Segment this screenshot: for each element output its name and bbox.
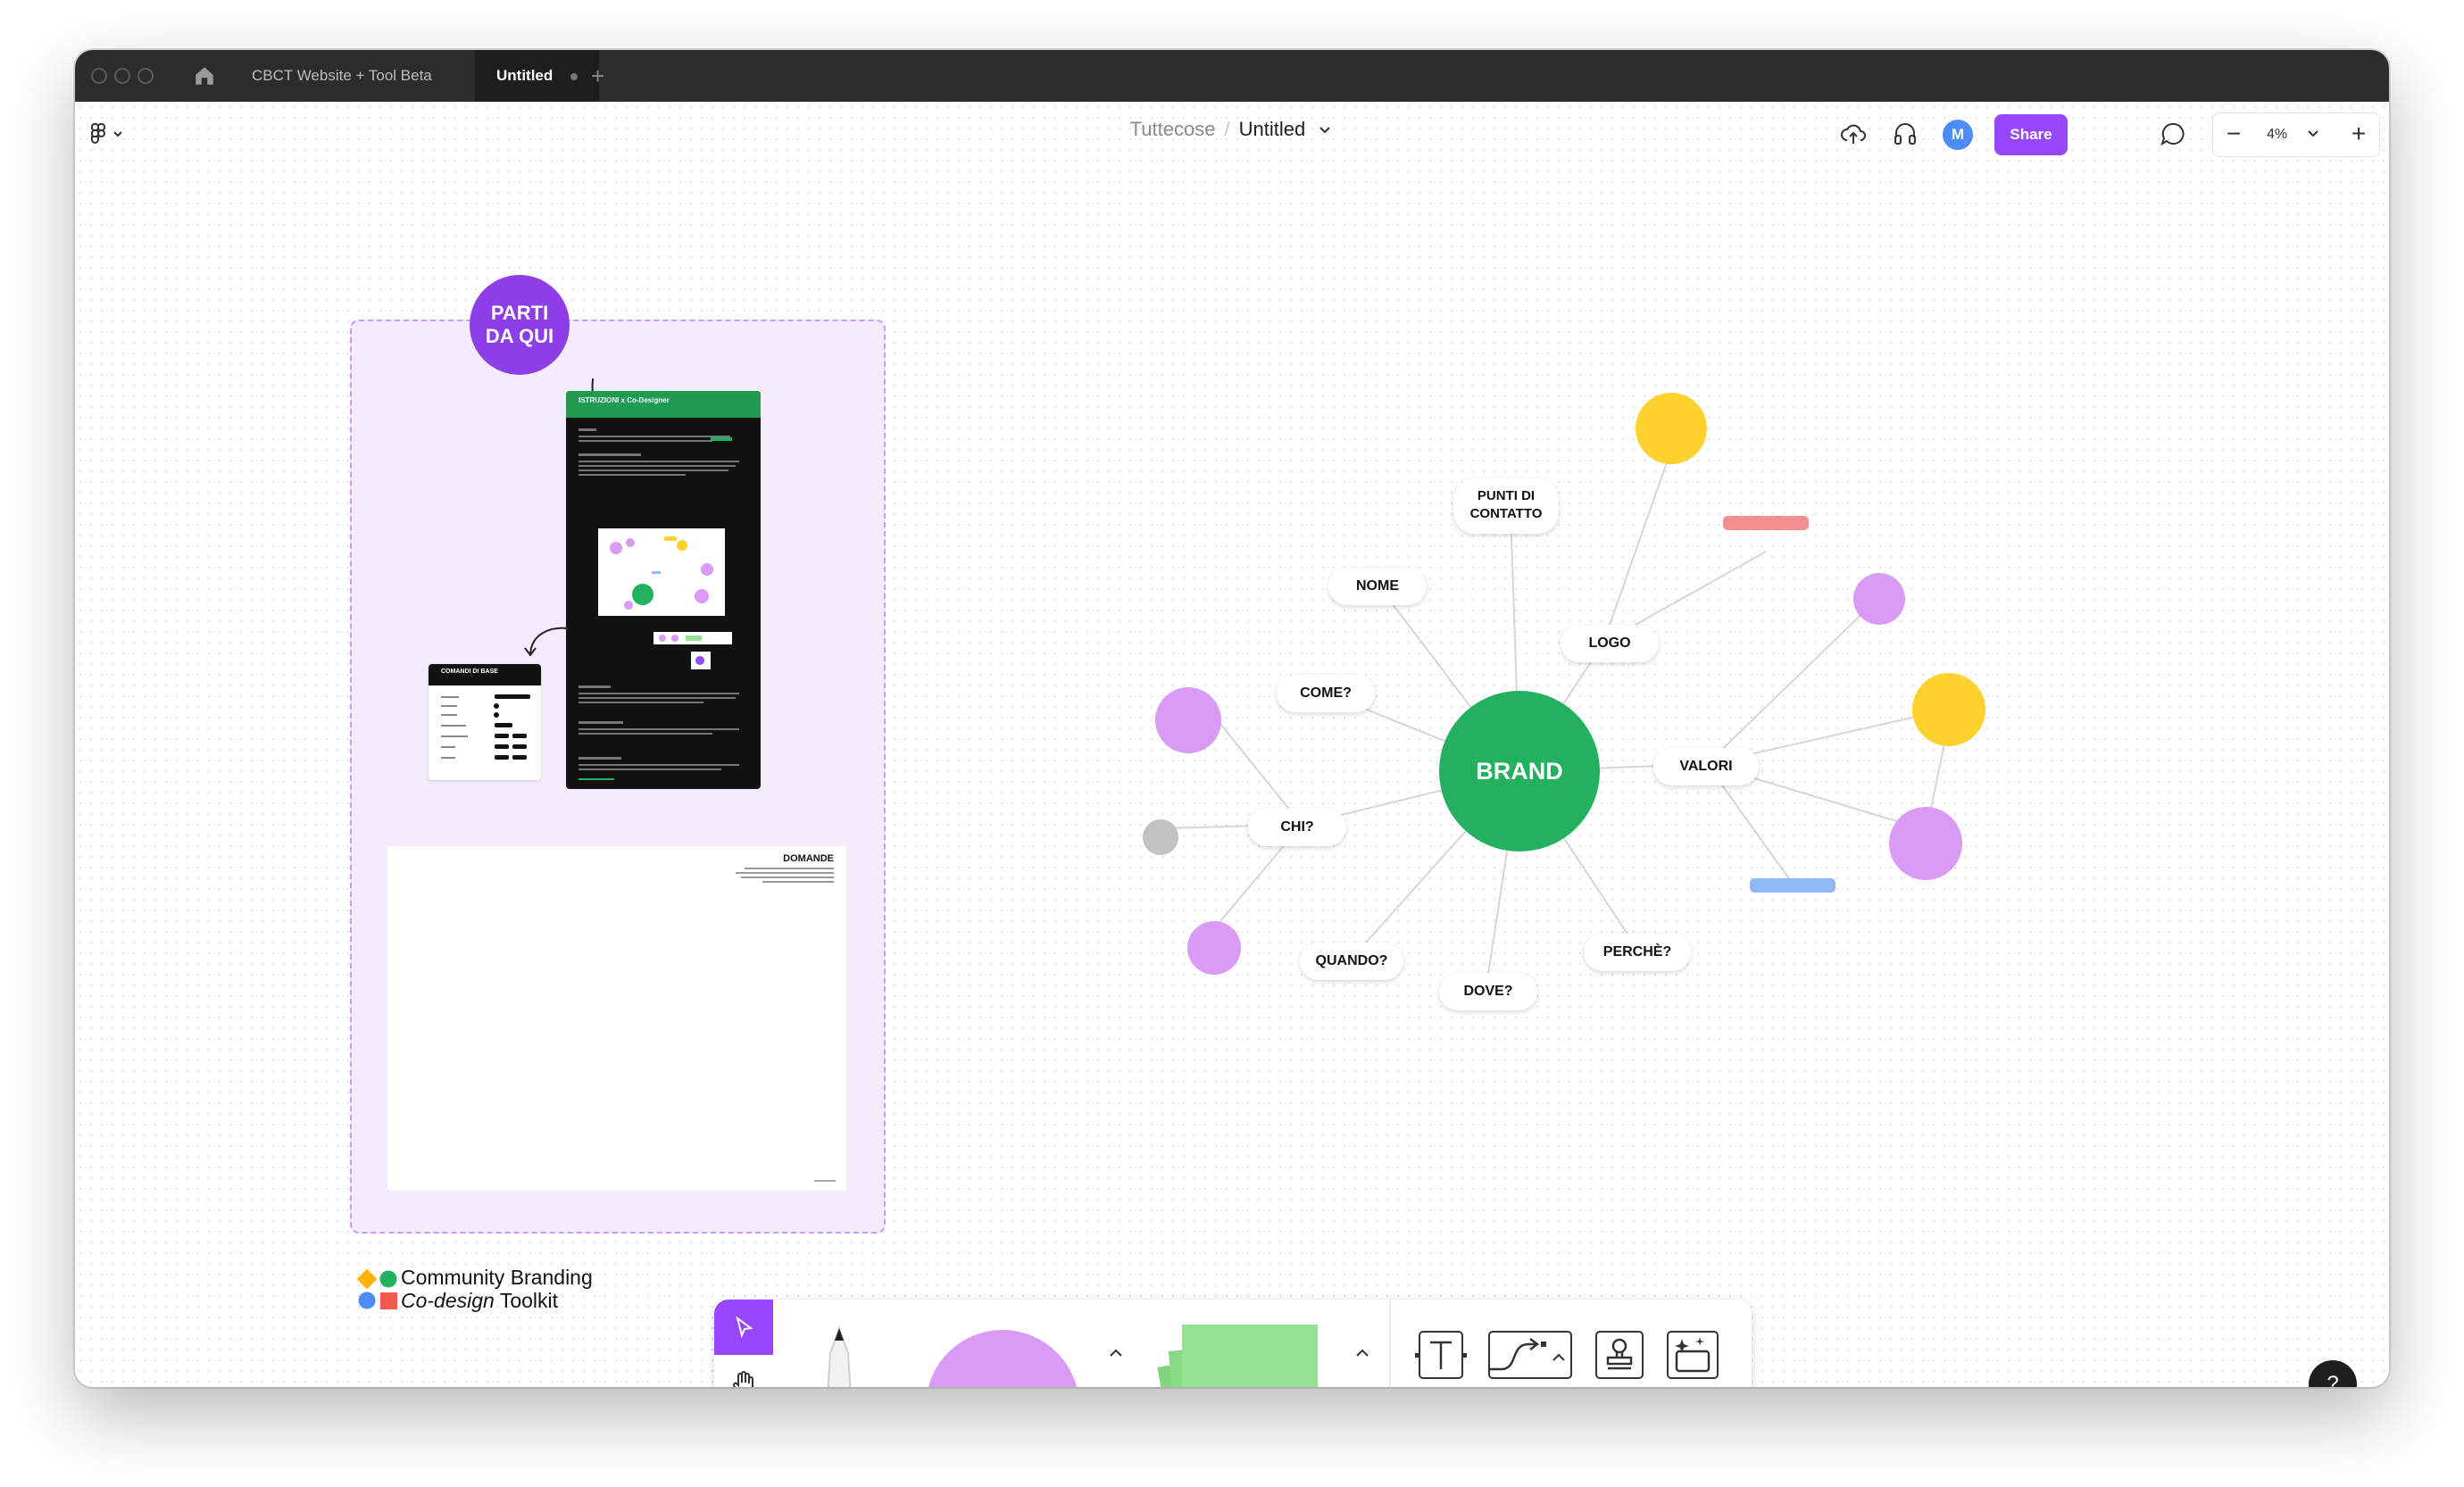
sticker-gray-circle[interactable] <box>1143 819 1178 855</box>
close-window-button[interactable] <box>91 68 107 84</box>
node-chi[interactable]: CHI? <box>1248 809 1346 846</box>
widgets-tool-icon[interactable] <box>1664 1328 1721 1382</box>
tab-cbct-website[interactable]: CBCT Website + Tool Beta <box>230 50 454 102</box>
node-perche[interactable]: PERCHÈ? <box>1584 934 1691 971</box>
node-label: PUNTI DI <box>1477 488 1536 503</box>
minimize-window-button[interactable] <box>114 68 130 84</box>
unsaved-dot-icon <box>570 72 579 80</box>
canvas[interactable]: Tuttecose / Untitled M Share − 4% + PART… <box>75 102 2389 1387</box>
new-tab-button[interactable]: + <box>591 50 604 102</box>
chevron-up-icon[interactable] <box>1107 1344 1125 1362</box>
hand-icon <box>733 1371 753 1387</box>
sticker-lavender-circle[interactable] <box>1187 921 1241 975</box>
sticker-lavender-circle[interactable] <box>1889 807 1962 880</box>
mindmap-connectors <box>1161 449 1952 992</box>
pen-tool-icon[interactable] <box>803 1317 875 1387</box>
tab-label: Untitled <box>496 67 554 84</box>
cursor-icon <box>736 1316 753 1339</box>
title-bar: CBCT Website + Tool Beta Untitled + <box>75 50 2389 102</box>
node-come[interactable]: COME? <box>1277 675 1375 712</box>
sticker-red-bar[interactable] <box>1723 516 1809 530</box>
node-logo[interactable]: LOGO <box>1561 625 1659 662</box>
toolbar-divider <box>1389 1300 1391 1387</box>
sticker-lavender-circle[interactable] <box>1853 573 1905 625</box>
bottom-toolbar <box>714 1300 1752 1387</box>
move-tool-button[interactable] <box>714 1300 773 1355</box>
connector-tool-icon[interactable] <box>1486 1328 1575 1382</box>
app-window: CBCT Website + Tool Beta Untitled + Tutt… <box>75 50 2389 1387</box>
brand-center-node[interactable]: BRAND <box>1439 691 1600 851</box>
shape-tool-icon[interactable] <box>918 1317 1087 1387</box>
chevron-up-icon[interactable] <box>1353 1344 1371 1362</box>
node-nome[interactable]: NOME <box>1328 568 1427 605</box>
node-punti-di-contatto[interactable]: PUNTI DI CONTATTO <box>1453 478 1559 534</box>
sticker-lavender-circle[interactable] <box>1155 687 1221 753</box>
node-quando[interactable]: QUANDO? <box>1300 943 1403 980</box>
sticker-blue-bar[interactable] <box>1750 878 1836 893</box>
tab-untitled[interactable]: Untitled <box>475 50 600 102</box>
node-valori[interactable]: VALORI <box>1653 748 1759 785</box>
tab-label: CBCT Website + Tool Beta <box>252 67 432 84</box>
hand-tool-button[interactable] <box>714 1355 773 1387</box>
sticky-note-tool-icon[interactable] <box>1150 1319 1328 1387</box>
home-icon[interactable] <box>193 64 216 87</box>
node-dove[interactable]: DOVE? <box>1439 973 1537 1010</box>
stamp-tool-icon[interactable] <box>1593 1328 1646 1382</box>
sticker-yellow-circle[interactable] <box>1912 673 1985 746</box>
node-label: CONTATTO <box>1469 506 1543 521</box>
sticker-yellow-circle[interactable] <box>1636 393 1707 464</box>
zoom-window-button[interactable] <box>137 68 154 84</box>
text-tool-icon[interactable] <box>1414 1328 1468 1382</box>
